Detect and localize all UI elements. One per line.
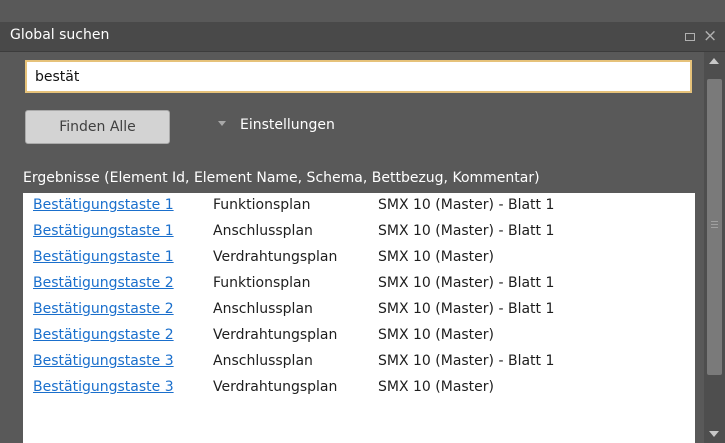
restore-icon[interactable]	[685, 33, 695, 41]
scroll-up-icon[interactable]	[709, 58, 719, 64]
result-element-name: Verdrahtungsplan	[213, 249, 338, 265]
result-element-name: Funktionsplan	[213, 275, 311, 291]
result-row: Bestätigungstaste 1 Anschlussplan SMX 10…	[23, 219, 695, 245]
result-element-name: Anschlussplan	[213, 301, 313, 317]
result-row: Bestätigungstaste 3 Verdrahtungsplan SMX…	[23, 375, 695, 401]
result-element-id-link[interactable]: Bestätigungstaste 3	[33, 353, 174, 369]
vertical-scrollbar[interactable]	[704, 52, 725, 443]
results-list: Bestätigungstaste 1 Funktionsplan SMX 10…	[23, 193, 695, 443]
result-row: Bestätigungstaste 2 Funktionsplan SMX 10…	[23, 271, 695, 297]
result-row: Bestätigungstaste 2 Verdrahtungsplan SMX…	[23, 323, 695, 349]
result-element-name: Verdrahtungsplan	[213, 327, 338, 343]
settings-toggle[interactable]: Einstellungen	[218, 113, 335, 137]
result-element-name: Anschlussplan	[213, 223, 313, 239]
result-schema: SMX 10 (Master) - Blatt 1	[378, 275, 555, 291]
result-element-id-link[interactable]: Bestätigungstaste 1	[33, 249, 174, 265]
search-input[interactable]	[25, 60, 692, 93]
result-schema: SMX 10 (Master)	[378, 379, 495, 395]
result-element-name: Anschlussplan	[213, 353, 313, 369]
global-search-panel: Global suchen × Finden Alle Einstellunge…	[0, 0, 725, 443]
scroll-down-icon[interactable]	[709, 431, 719, 437]
result-element-id-link[interactable]: Bestätigungstaste 2	[33, 301, 174, 317]
result-element-id-link[interactable]: Bestätigungstaste 2	[33, 327, 174, 343]
result-schema: SMX 10 (Master) - Blatt 1	[378, 353, 555, 369]
result-element-id-link[interactable]: Bestätigungstaste 1	[33, 197, 174, 213]
result-element-id-link[interactable]: Bestätigungstaste 2	[33, 275, 174, 291]
result-row: Bestätigungstaste 1 Funktionsplan SMX 10…	[23, 193, 695, 219]
result-schema: SMX 10 (Master) - Blatt 1	[378, 197, 555, 213]
close-icon[interactable]: ×	[703, 26, 717, 46]
result-element-name: Verdrahtungsplan	[213, 379, 338, 395]
scroll-thumb[interactable]	[707, 79, 722, 375]
settings-label: Einstellungen	[240, 117, 335, 133]
result-row: Bestätigungstaste 3 Anschlussplan SMX 10…	[23, 349, 695, 375]
result-row: Bestätigungstaste 2 Anschlussplan SMX 10…	[23, 297, 695, 323]
panel-title: Global suchen	[10, 27, 110, 43]
result-row: Bestätigungstaste 1 Verdrahtungsplan SMX…	[23, 245, 695, 271]
result-element-id-link[interactable]: Bestätigungstaste 1	[33, 223, 174, 239]
grip-icon	[711, 221, 718, 228]
result-schema: SMX 10 (Master) - Blatt 1	[378, 301, 555, 317]
find-all-button[interactable]: Finden Alle	[25, 110, 170, 144]
result-schema: SMX 10 (Master)	[378, 249, 495, 265]
result-schema: SMX 10 (Master)	[378, 327, 495, 343]
triangle-down-icon	[218, 120, 226, 126]
result-schema: SMX 10 (Master) - Blatt 1	[378, 223, 555, 239]
results-header: Ergebnisse (Element Id, Element Name, Sc…	[23, 170, 540, 186]
result-element-id-link[interactable]: Bestätigungstaste 3	[33, 379, 174, 395]
result-element-name: Funktionsplan	[213, 197, 311, 213]
panel-titlebar: Global suchen ×	[0, 22, 725, 52]
